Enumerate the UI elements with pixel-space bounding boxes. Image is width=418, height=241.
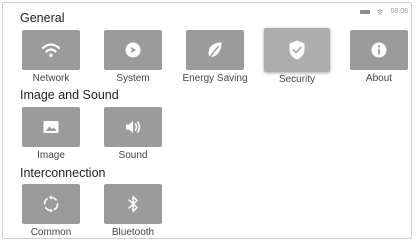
tile-system-label: System <box>116 73 150 84</box>
tile-sound-label: Sound <box>118 150 148 161</box>
tile-image-button[interactable] <box>22 107 80 147</box>
tile-energy-saving-button[interactable] <box>186 30 244 70</box>
wifi-icon <box>377 9 384 15</box>
tile-bluetooth-button[interactable] <box>104 184 162 224</box>
tile-security-button[interactable] <box>264 28 330 72</box>
clock: 08:08 <box>390 8 408 15</box>
shield-check-icon <box>289 40 305 60</box>
tile-about[interactable]: About <box>350 30 408 84</box>
info-icon <box>371 42 387 58</box>
tile-sound[interactable]: Sound <box>104 107 162 161</box>
tile-system[interactable]: System <box>104 30 162 84</box>
wifi-icon <box>41 43 61 57</box>
tile-bluetooth-label: Bluetooth <box>111 227 155 238</box>
leaf-icon <box>208 42 222 58</box>
bluetooth-icon <box>128 195 138 213</box>
speaker-icon <box>126 121 141 133</box>
system-icon <box>125 42 141 58</box>
tile-security[interactable]: Security <box>264 28 330 85</box>
tile-network-button[interactable] <box>22 30 80 70</box>
tile-common-label: Common <box>30 227 72 238</box>
battery-icon <box>360 9 371 14</box>
tile-about-label: About <box>365 73 393 84</box>
image-icon <box>43 121 59 133</box>
connection-icon <box>43 196 59 212</box>
tile-image-label: Image <box>37 150 65 161</box>
tile-network[interactable]: Network <box>22 30 80 84</box>
tile-common[interactable]: Common <box>22 184 80 238</box>
tile-network-label: Network <box>32 73 70 84</box>
tile-system-button[interactable] <box>104 30 162 70</box>
tile-energy-saving[interactable]: Energy Saving <box>182 30 248 84</box>
tile-about-button[interactable] <box>350 30 408 70</box>
tile-security-label: Security <box>278 74 316 85</box>
tile-image[interactable]: Image <box>22 107 80 161</box>
status-bar: 08:08 <box>360 8 408 15</box>
section-title-general: General <box>20 11 65 25</box>
section-title-interconnection: Interconnection <box>20 166 106 180</box>
section-title-image-and-sound: Image and Sound <box>20 88 119 102</box>
tile-bluetooth[interactable]: Bluetooth <box>104 184 162 238</box>
tile-energy-saving-label: Energy Saving <box>182 73 248 84</box>
tile-sound-button[interactable] <box>104 107 162 147</box>
tile-common-button[interactable] <box>22 184 80 224</box>
